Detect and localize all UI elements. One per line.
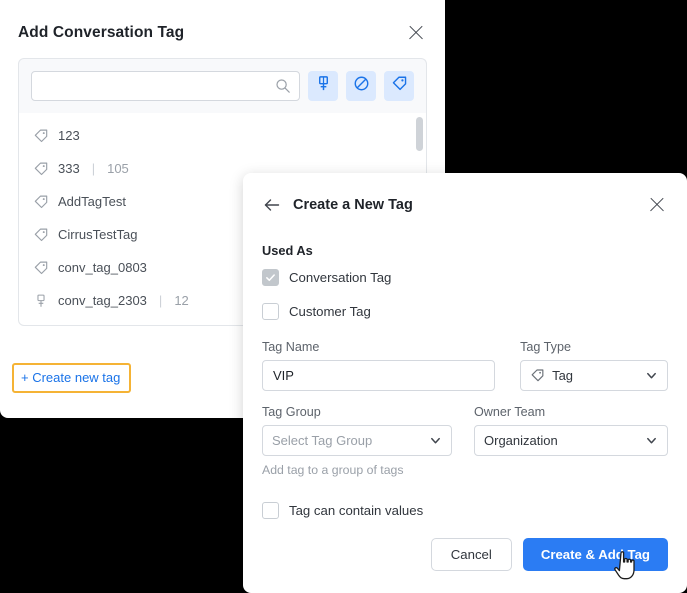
used-as-label: Used As (262, 243, 313, 258)
backdrop-right (445, 0, 687, 172)
chevron-down-icon (645, 369, 658, 382)
tag-name-input[interactable] (262, 360, 496, 391)
chevron-down-icon (429, 434, 442, 447)
tag-type-select[interactable]: Tag (520, 360, 668, 391)
tag-type-label: Tag Type (520, 340, 571, 354)
tag-icon (33, 128, 49, 144)
search-box[interactable] (31, 71, 300, 101)
page-title: Add Conversation Tag (18, 24, 185, 41)
group-and-team-row: Tag Group Select Tag Group Add tag to a … (262, 405, 668, 477)
checkbox-row-customer-tag[interactable]: Customer Tag (262, 296, 668, 326)
tag-group-label: Tag Group (262, 405, 321, 419)
dialog-footer: Cancel Create & Add Tag (430, 538, 668, 571)
tag-list-item-separator: | (91, 161, 96, 176)
tag-group-field-group: Tag Group Select Tag Group Add tag to a … (262, 405, 453, 477)
owner-team-select[interactable]: Organization (474, 425, 668, 456)
tag-list-item-label: conv_tag_2303 (58, 293, 147, 308)
conversation-tag-label: Conversation Tag (289, 269, 392, 285)
tag-can-contain-values-label: Tag can contain values (289, 502, 424, 518)
tag-list-item-separator: | (158, 293, 163, 308)
create-new-tag-button[interactable]: + Create new tag (12, 363, 132, 393)
add-tag-panel-header: Add Conversation Tag (0, 0, 445, 58)
customer-tag-checkbox[interactable] (262, 302, 279, 320)
tag-icon (33, 194, 49, 210)
tag-group-helper-text: Add tag to a group of tags (262, 463, 404, 477)
backdrop-bottom (0, 417, 245, 593)
tag-name-field-group: Tag Name (262, 340, 496, 391)
name-and-type-row: Tag Name Tag Type Tag (262, 340, 668, 391)
tag-group-value: Select Tag Group (272, 433, 373, 448)
tag-group-select[interactable]: Select Tag Group (262, 425, 453, 456)
tag-icon (33, 161, 49, 177)
tag-name-label: Tag Name (262, 340, 320, 354)
checkbox-row-tag-can-contain-values[interactable]: Tag can contain values (262, 495, 668, 525)
create-new-tag-panel: Create a New Tag Used As Conversation Ta… (243, 173, 687, 593)
no-tag-filter-button[interactable] (346, 71, 376, 101)
owner-team-field-group: Owner Team Organization (474, 405, 668, 477)
ban-icon (353, 75, 370, 97)
tag-list-item-label: 123 (58, 128, 80, 143)
close-icon[interactable] (405, 22, 427, 44)
tag-list-item-label: AddTagTest (58, 194, 126, 209)
chevron-down-icon (645, 434, 658, 447)
medal-filter-button[interactable] (308, 71, 338, 101)
medal-icon (315, 75, 332, 97)
checkbox-row-conversation-tag[interactable]: Conversation Tag (262, 262, 668, 292)
owner-team-label: Owner Team (474, 405, 546, 419)
create-tag-title: Create a New Tag (293, 197, 413, 213)
arrow-left-icon[interactable] (262, 195, 282, 215)
tag-icon (33, 227, 49, 243)
search-icon (275, 78, 291, 94)
check-icon (266, 273, 275, 281)
conversation-tag-checkbox[interactable] (262, 268, 279, 286)
tag-filter-button[interactable] (384, 71, 414, 101)
tag-list-scrollbar[interactable] (416, 117, 423, 151)
tag-icon (530, 368, 545, 383)
customer-tag-label: Customer Tag (289, 303, 371, 319)
tag-icon (391, 75, 408, 97)
cancel-button[interactable]: Cancel (430, 538, 512, 571)
search-input[interactable] (40, 79, 275, 93)
tag-search-row (18, 58, 427, 113)
medal-icon (33, 293, 49, 309)
tag-list-item-count: 105 (107, 161, 129, 176)
create-and-add-tag-button[interactable]: Create & Add Tag (522, 538, 668, 571)
tag-can-contain-values-checkbox[interactable] (262, 501, 279, 519)
tag-type-value: Tag (552, 368, 574, 383)
tag-list-item-count: 12 (174, 293, 189, 308)
tag-icon (33, 260, 49, 276)
close-icon[interactable] (646, 194, 668, 216)
screen: Add Conversation Tag 123 333 | 105 AddTa… (0, 0, 687, 593)
tag-list-item-label: conv_tag_0803 (58, 260, 147, 275)
tag-list-item[interactable]: 123 (19, 119, 426, 152)
tag-list-item-label: CirrusTestTag (58, 227, 138, 242)
create-tag-header: Create a New Tag (262, 191, 668, 219)
tag-list-item-label: 333 (58, 161, 80, 176)
tag-type-field-group: Tag Type Tag (520, 340, 668, 391)
owner-team-value: Organization (484, 433, 558, 448)
